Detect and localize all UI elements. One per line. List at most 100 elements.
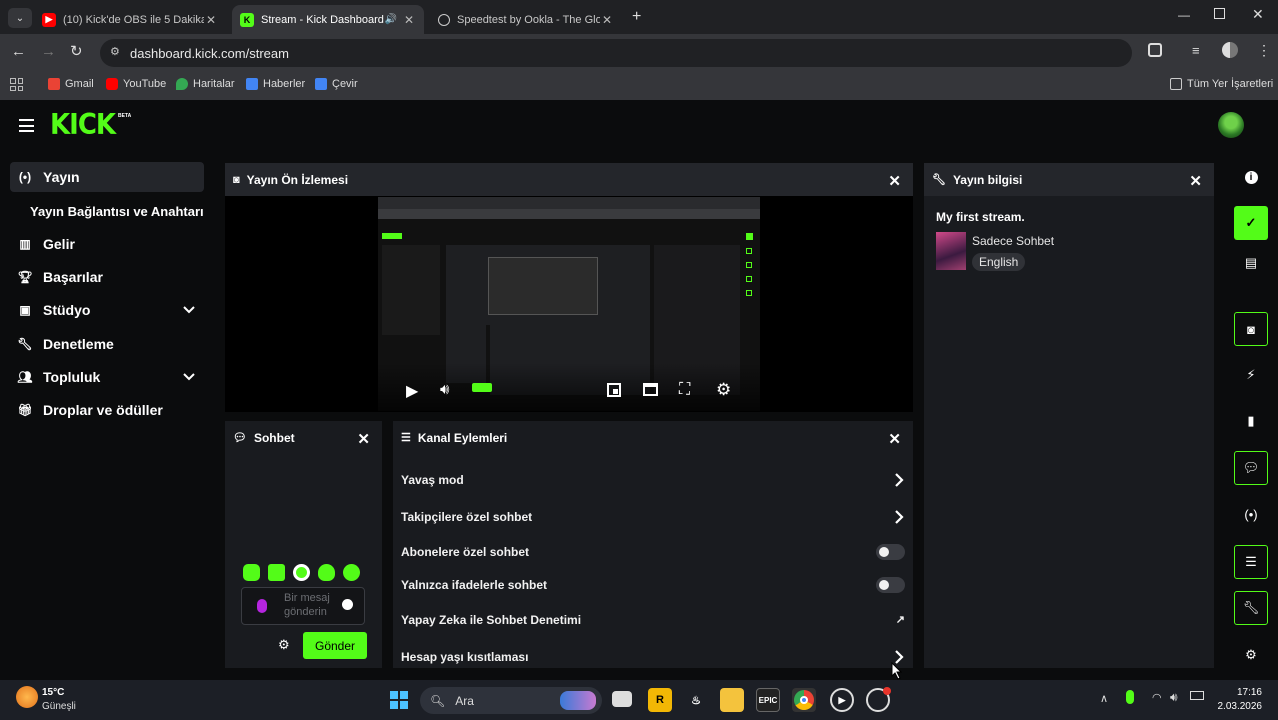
checkmark-icon[interactable]: ✓ [1234,206,1268,240]
maximize-icon[interactable] [1214,8,1225,19]
chat-settings-gear-icon[interactable]: ⚙ [278,637,290,653]
chat-message-input[interactable]: Bir mesaj gönderin [241,587,365,625]
tray-chevron-up-icon[interactable]: ∧ [1100,692,1108,705]
close-icon[interactable]: ✕ [402,13,416,27]
emote-icon[interactable] [318,564,335,581]
chevron-right-icon[interactable] [893,509,905,525]
extensions-icon[interactable] [1148,43,1162,57]
weather-icon[interactable] [16,686,38,708]
kick-logo[interactable]: KICK [50,109,116,142]
emote-icon[interactable] [293,564,310,581]
chevron-right-icon[interactable] [893,472,905,488]
tab-speedtest[interactable]: Speedtest by Ookla - The Globa ✕ [430,5,622,34]
emote-icon[interactable] [343,564,360,581]
all-bookmarks[interactable]: Tüm Yer İşaretleri [1170,78,1273,90]
chevron-down-icon[interactable] [182,370,196,384]
volume-icon[interactable]: 🔊︎ [440,381,449,398]
picture-in-picture-icon[interactable] [607,383,621,397]
sidebar-item-topluluk[interactable]: 👥︎ Topluluk [10,362,204,392]
close-icon[interactable]: ✕ [888,172,901,190]
address-bar[interactable]: ⚙ dashboard.kick.com/stream [100,39,1132,67]
play-icon[interactable]: ▶ [406,381,418,401]
send-button[interactable]: Gönder [303,632,367,659]
forward-icon[interactable]: → [41,43,56,60]
bookmark-maps[interactable]: Haritalar [176,78,235,90]
clock-time[interactable]: 17:16 [1220,687,1262,698]
site-info-icon[interactable]: ⚙ [110,45,120,58]
more-tools-icon[interactable]: ⚙ [1234,638,1268,672]
avatar[interactable] [1218,112,1244,138]
steam-icon[interactable]: ♨︎ [684,688,708,712]
apps-icon[interactable] [10,78,23,91]
close-icon[interactable]: ✕ [204,13,218,27]
clock-date[interactable]: 2.03.2026 [1212,701,1263,712]
task-view-icon[interactable] [612,691,632,707]
battery-icon[interactable] [1190,691,1204,700]
new-tab-icon[interactable]: + [632,8,641,26]
media-player-icon[interactable]: ▶ [830,688,854,712]
lightning-icon[interactable]: ⚡︎ [1234,358,1268,392]
wrench-toggle-icon[interactable]: 🔧︎ [1234,591,1268,625]
obs-icon[interactable] [866,687,891,712]
volume-icon[interactable]: 🔊︎ [1170,690,1178,705]
close-icon[interactable]: ✕ [357,430,370,448]
profile-icon[interactable] [1222,42,1238,58]
epic-games-icon[interactable]: EPIC [756,688,780,712]
speaker-icon[interactable]: 🔊 [384,14,398,25]
emote-icon[interactable] [268,564,285,581]
sidebar-item-yayin[interactable]: (•) Yayın [10,162,204,192]
preview-toggle-icon[interactable]: ◙ [1234,312,1268,346]
action-row-ai-moderation[interactable]: Yapay Zeka ile Sohbet Denetimi ↗ [401,603,905,637]
emotes-only-toggle[interactable] [876,577,905,593]
tab-search-icon[interactable]: ⌄ [8,8,32,28]
sidebar-item-droplar[interactable]: 🎁︎ Droplar ve ödüller [10,395,204,425]
taskbar-search[interactable]: 🔍︎ Ara [420,687,602,714]
close-window-icon[interactable]: ✕ [1252,6,1264,23]
minimize-icon[interactable]: — [1178,8,1190,22]
bookmark-translate[interactable]: Çevir [315,78,358,90]
sidebar-item-gelir[interactable]: ▥ Gelir [10,229,204,259]
tab-youtube[interactable]: ▶ (10) Kick'de OBS ile 5 Dakikada ✕ [34,5,226,34]
tab-kick-dashboard[interactable]: K Stream - Kick Dashboard 🔊 ✕ [232,5,424,34]
reload-icon[interactable]: ↻ [70,42,83,60]
layout-icon[interactable]: ▤ [1234,246,1268,280]
close-icon[interactable]: ✕ [888,430,901,448]
emote-icon[interactable] [243,564,260,581]
broadcast-toggle-icon[interactable]: (•) [1234,497,1268,531]
theater-mode-icon[interactable] [643,383,658,396]
chevron-down-icon[interactable] [182,303,196,317]
chat-toggle-icon[interactable]: 💬︎ [1234,451,1268,485]
fullscreen-icon[interactable]: ⛶ [679,381,690,399]
subscribers-only-toggle[interactable] [876,544,905,560]
notes-icon[interactable]: ▮ [1234,404,1268,438]
settings-gear-icon[interactable]: ⚙ [716,380,731,400]
windows-start-icon[interactable] [387,688,411,712]
preview-video[interactable]: ▶ 🔊︎ ⛶ ⚙ [378,197,760,411]
wifi-icon[interactable]: ◠ [1152,691,1162,704]
app-icon[interactable]: R [648,688,672,712]
category-name[interactable]: Sadece Sohbet [972,234,1054,248]
info-icon[interactable]: i [1234,160,1268,194]
close-icon[interactable]: ✕ [600,13,614,27]
bookmark-youtube[interactable]: YouTube [106,78,166,90]
chrome-icon[interactable] [792,688,816,712]
microphone-icon[interactable] [1126,690,1134,704]
menu-icon[interactable]: ⋮ [1257,42,1271,59]
action-row-account-age[interactable]: Hesap yaşı kısıtlaması [401,640,905,674]
bookmark-gmail[interactable]: Gmail [48,78,94,90]
back-icon[interactable]: ← [11,43,26,60]
sidebar-item-basarilar[interactable]: 🏆︎ Başarılar [10,262,204,292]
emoji-picker-icon[interactable] [342,599,353,610]
sidebar-item-denetleme[interactable]: 🔧︎ Denetleme [10,329,204,359]
close-icon[interactable]: ✕ [1189,172,1202,190]
external-link-icon[interactable]: ↗ [896,613,905,626]
actions-toggle-icon[interactable]: ☰ [1234,545,1268,579]
hamburger-menu-icon[interactable] [19,119,34,132]
bookmark-news[interactable]: Haberler [246,78,305,90]
sidebar-item-stream-key[interactable]: Yayın Bağlantısı ve Anahtarı [10,196,210,226]
sidebar-item-studyo[interactable]: ▣ Stüdyo [10,295,204,325]
file-explorer-icon[interactable] [720,688,744,712]
action-row-followers-only[interactable]: Takipçilere özel sohbet [401,500,905,534]
action-row-slow-mode[interactable]: Yavaş mod [401,463,905,497]
media-icon[interactable]: ≡ [1192,43,1200,58]
